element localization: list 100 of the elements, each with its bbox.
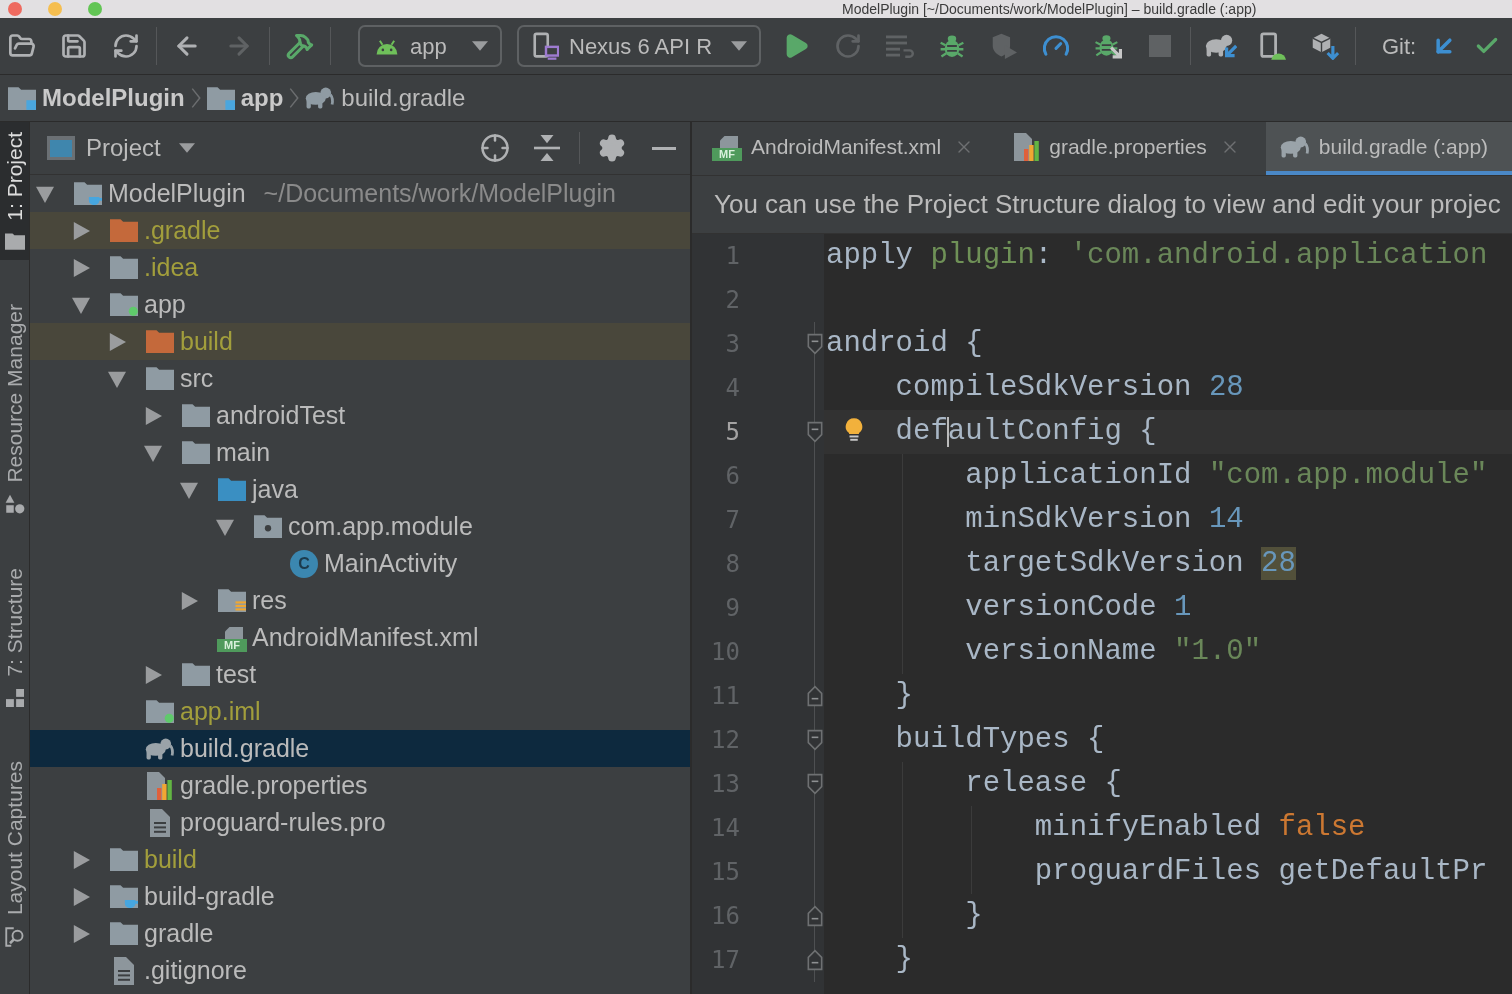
code-line: minifyEnabled false: [824, 806, 1512, 850]
notification-text: You can use the Project Structure dialog to view and edit your projec: [714, 188, 1501, 221]
code-line: }: [894, 678, 914, 714]
tree-item[interactable]: java: [30, 471, 690, 508]
elephant-icon: [145, 736, 175, 761]
phone-android-icon: [1260, 32, 1286, 60]
tree-item[interactable]: com.app.module: [30, 508, 690, 545]
crosshair-icon: [480, 133, 510, 163]
code-line: targetSdkVersion 28: [824, 542, 1512, 586]
stop-icon: [1149, 35, 1171, 57]
magnifier-icon: [4, 927, 25, 947]
code-line: }: [894, 942, 914, 978]
tool-window-tab[interactable]: 7: Structure: [0, 558, 29, 717]
hammer-icon: [286, 32, 314, 60]
cup-folder-icon: [110, 885, 138, 908]
elephant-icon: [1279, 134, 1310, 159]
code-line: versionName "1.0": [824, 630, 1512, 674]
minus-icon: [651, 146, 677, 150]
tree-item[interactable]: ModelPlugin ~/Documents/work/ModelPlugin: [30, 175, 690, 212]
tree-item[interactable]: build: [30, 841, 690, 878]
tree-item[interactable]: gradle: [30, 915, 690, 952]
breadcrumb-item[interactable]: ModelPlugin: [8, 80, 185, 116]
folder-icon: [110, 256, 138, 279]
lightbulb-icon: [845, 416, 863, 443]
folder-icon: [146, 330, 174, 353]
folder-open-icon: [8, 32, 36, 60]
tool-window-tab[interactable]: 1: Project: [0, 122, 29, 260]
phone-monitor-icon: [533, 32, 559, 60]
caret-down-icon: [731, 41, 747, 51]
chart-file-icon: [1014, 132, 1041, 161]
bug-arrow-icon: [1094, 33, 1122, 59]
lines-arrow-icon: [886, 33, 914, 59]
folder-icon: [182, 441, 210, 464]
editor-tab[interactable]: build.gradle (:app): [1265, 122, 1512, 175]
folder-icon: [110, 922, 138, 945]
code-line: compileSdkVersion 28: [894, 370, 1245, 406]
breadcrumb-item[interactable]: app: [206, 80, 284, 116]
chevron-right-icon: [289, 85, 300, 111]
android-icon: [374, 37, 400, 55]
git-label: Git:: [1382, 32, 1417, 61]
text-caret: [946, 417, 949, 447]
module-folder-icon: [110, 293, 138, 316]
tree-item[interactable]: proguard-rules.pro: [30, 804, 690, 841]
save-icon: [60, 32, 88, 60]
breadcrumb-item[interactable]: build.gradle: [305, 80, 466, 116]
elephant-icon: [305, 86, 336, 110]
tree-item[interactable]: res: [30, 582, 690, 619]
tool-window-tab[interactable]: Layout Captures: [0, 750, 29, 957]
folder-icon: [182, 663, 210, 686]
tree-item[interactable]: main: [30, 434, 690, 471]
elephant-arrow-icon: [1205, 33, 1237, 59]
tree-item[interactable]: test: [30, 656, 690, 693]
tool-window-tab[interactable]: Resource Manager: [0, 293, 29, 525]
shield-play-icon: [990, 33, 1018, 59]
text-file-icon: [149, 808, 171, 837]
tree-item[interactable]: .gradle: [30, 212, 690, 249]
window-title: ModelPlugin [~/Documents/work/ModelPlugin] – build.gradle (:app): [842, 0, 1257, 18]
code-line: }: [824, 894, 1512, 938]
blocks-icon: [5, 688, 24, 707]
code-line: applicationId "com.app.module": [824, 454, 1512, 498]
collapse-icon: [534, 135, 560, 161]
module-folder-icon: [206, 86, 235, 110]
caret-down-icon: [472, 41, 488, 51]
tree-item[interactable]: src: [30, 360, 690, 397]
tree-item[interactable]: androidTest: [30, 397, 690, 434]
view-selector[interactable]: Project: [46, 130, 195, 166]
tree-item[interactable]: MF AndroidManifest.xml: [30, 619, 690, 656]
code-line: minSdkVersion 14: [824, 498, 1512, 542]
module-folder-icon: [8, 86, 36, 110]
tree-item[interactable]: build-gradle: [30, 878, 690, 915]
tree-item[interactable]: build.gradle: [30, 730, 690, 767]
device-dropdown[interactable]: Nexus 6 API R: [517, 25, 761, 67]
tree-item[interactable]: app.iml: [30, 693, 690, 730]
settings-icon: [597, 133, 627, 163]
close-window-button[interactable]: [8, 2, 22, 16]
tree-item[interactable]: C MainActivity: [30, 545, 690, 582]
code-line: proguardFiles getDefaultPr: [824, 850, 1512, 894]
module-file-icon: [146, 700, 174, 723]
sync-icon: [112, 32, 140, 60]
tree-item[interactable]: build: [30, 323, 690, 360]
code-line: release {: [824, 762, 1512, 806]
text-file-icon: [113, 956, 135, 985]
folder-icon: [218, 478, 246, 501]
package-folder-icon: [254, 515, 282, 538]
editor-tab[interactable]: MF AndroidManifest.xml: [698, 122, 1001, 175]
class-icon: C: [290, 549, 318, 578]
code-line: android {: [825, 326, 984, 362]
editor-tab[interactable]: gradle.properties: [1000, 122, 1266, 175]
tree-item[interactable]: .idea: [30, 249, 690, 286]
chart-file-icon: [147, 771, 173, 800]
cup-folder-icon: [74, 182, 102, 205]
chevron-right-icon: [190, 85, 201, 111]
tree-item[interactable]: gradle.properties: [30, 767, 690, 804]
tree-item[interactable]: .gitignore: [30, 952, 690, 989]
folder-icon: [4, 232, 25, 250]
tree-item[interactable]: app: [30, 286, 690, 323]
folder-icon: [110, 848, 138, 871]
shapes-icon: [4, 494, 25, 515]
folder-icon: [182, 404, 210, 427]
run-config-dropdown[interactable]: app: [358, 25, 502, 67]
